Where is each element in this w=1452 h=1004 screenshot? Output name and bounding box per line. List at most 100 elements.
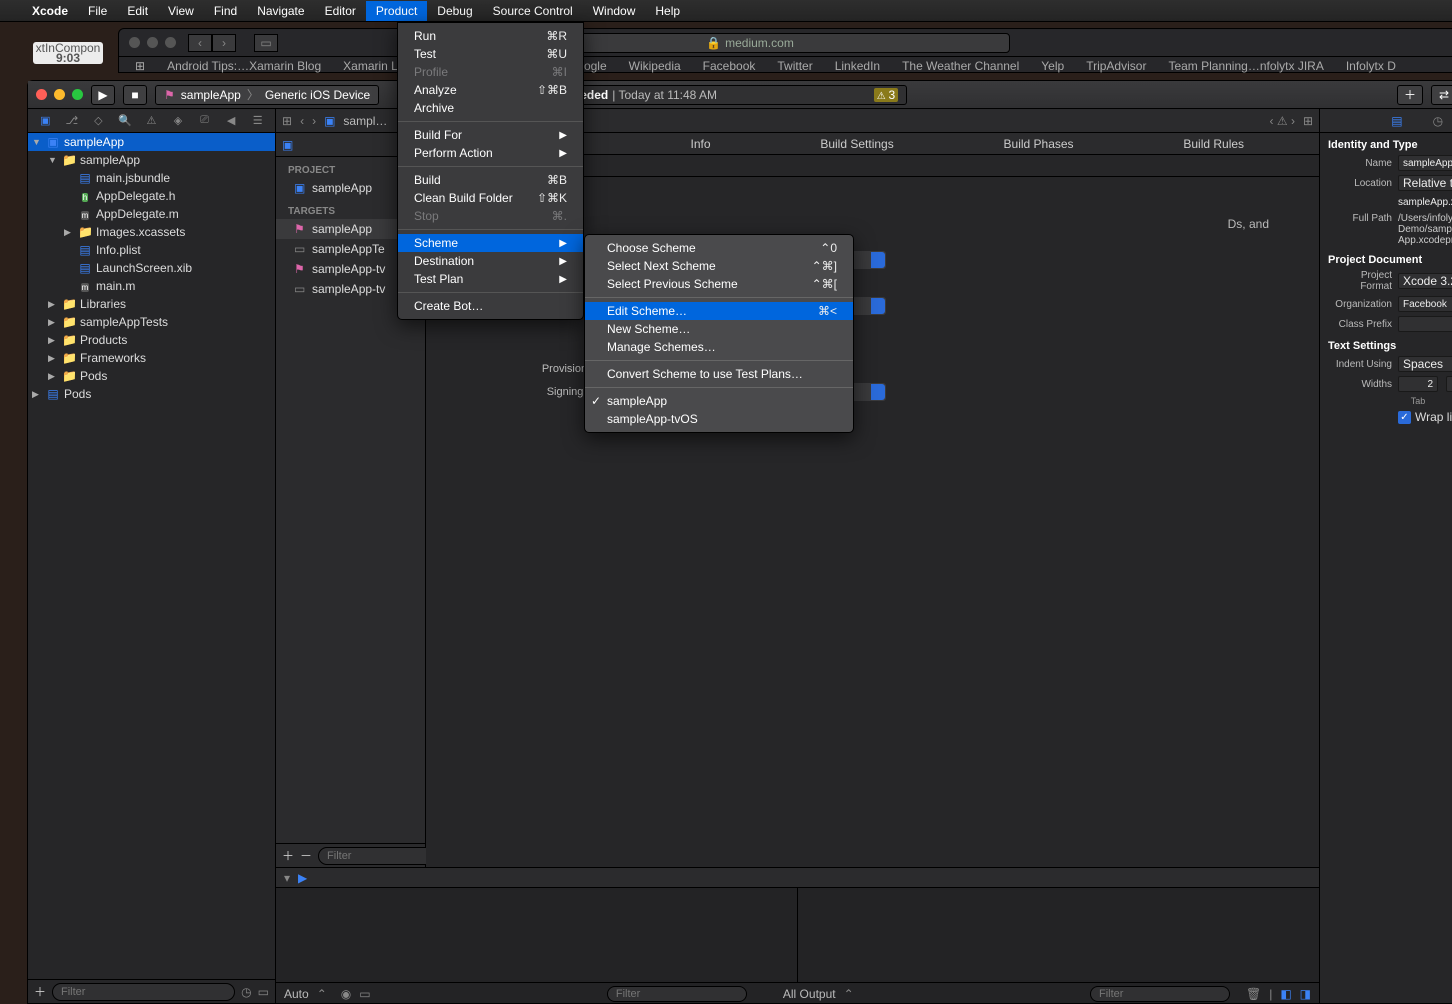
variables-filter[interactable] <box>607 986 747 1002</box>
add-target-icon[interactable]: ＋ <box>282 847 294 864</box>
bm-0[interactable]: Android Tips:…Xamarin Blog <box>167 59 321 73</box>
scheme-selector[interactable]: ⚑ sampleApp 〉 Generic iOS Device <box>155 85 379 105</box>
tree-item[interactable]: ▶📁Frameworks <box>28 349 275 367</box>
menu-navigate[interactable]: Navigate <box>247 1 314 21</box>
filter-scm-icon[interactable]: ▭ <box>258 985 269 999</box>
tab-build-settings[interactable]: Build Settings <box>810 133 903 155</box>
auto-label[interactable]: Auto <box>284 987 309 1001</box>
library-button[interactable]: ⇄ <box>1431 85 1452 105</box>
trash-icon[interactable]: 🗑 <box>1246 987 1261 1001</box>
warning-badge[interactable]: ⚠ 3 <box>874 88 898 102</box>
symbol-nav-icon[interactable]: ◇ <box>90 113 106 129</box>
menu-debug[interactable]: Debug <box>427 1 482 21</box>
tree-root[interactable]: ▼▣ sampleApp <box>28 133 275 151</box>
close-button[interactable] <box>36 89 47 100</box>
submenu-item[interactable]: Convert Scheme to use Test Plans… <box>585 365 853 383</box>
back-icon[interactable]: ‹ <box>300 114 304 128</box>
zoom-button[interactable] <box>72 89 83 100</box>
debug-toggle-icon[interactable]: ▾ <box>284 871 290 885</box>
run-button[interactable]: ▶ <box>91 85 115 105</box>
add-button[interactable]: ＋ <box>1397 85 1423 105</box>
add-file-icon[interactable]: ＋ <box>34 983 46 1000</box>
menu-item[interactable]: Run⌘R <box>398 27 583 45</box>
tree-item[interactable]: ▤Info.plist <box>28 241 275 259</box>
submenu-item[interactable]: New Scheme… <box>585 320 853 338</box>
menu-window[interactable]: Window <box>583 1 646 21</box>
bm-13[interactable]: Infolytx D <box>1346 59 1396 73</box>
bm-5[interactable]: Wikipedia <box>629 59 681 73</box>
toggle-right-pane-icon[interactable]: ◨ <box>1300 987 1311 1001</box>
debug-breakpoint-icon[interactable]: ▶ <box>298 871 307 885</box>
location-select[interactable]: Relative to Group <box>1398 175 1452 191</box>
find-nav-icon[interactable]: 🔍 <box>117 113 133 129</box>
menu-item[interactable]: Create Bot… <box>398 297 583 315</box>
name-field[interactable] <box>1398 155 1452 171</box>
tab-info[interactable]: Info <box>681 133 721 155</box>
submenu-item[interactable]: Choose Scheme⌃0 <box>585 239 853 257</box>
tree-item[interactable]: ▶📁Images.xcassets <box>28 223 275 241</box>
menu-source-control[interactable]: Source Control <box>483 1 583 21</box>
history-inspector-icon[interactable]: ◷ <box>1433 114 1443 128</box>
menu-edit[interactable]: Edit <box>117 1 158 21</box>
tree-item[interactable]: ▶📁Pods <box>28 367 275 385</box>
remove-target-icon[interactable]: － <box>300 847 312 864</box>
bm-10[interactable]: Yelp <box>1041 59 1064 73</box>
bm-6[interactable]: Facebook <box>703 59 756 73</box>
views-icon[interactable]: ▭ <box>359 987 370 1001</box>
submenu-item[interactable]: sampleApp-tvOS <box>585 410 853 428</box>
tree-item[interactable]: ▼📁sampleApp <box>28 151 275 169</box>
toggle-left-pane-icon[interactable]: ◧ <box>1280 987 1291 1001</box>
indentusing-select[interactable]: Spaces <box>1398 356 1452 372</box>
related-items-icon[interactable]: ⊞ <box>282 114 292 128</box>
safari-bm-grid[interactable]: ⊞ <box>135 59 145 73</box>
source-control-nav-icon[interactable]: ⎇ <box>64 113 80 129</box>
bm-11[interactable]: TripAdvisor <box>1086 59 1146 73</box>
menu-item[interactable]: Test⌘U <box>398 45 583 63</box>
submenu-item[interactable]: Select Next Scheme⌃⌘] <box>585 257 853 275</box>
issue-nav-icon[interactable]: ⚠ <box>143 113 159 129</box>
bm-8[interactable]: LinkedIn <box>835 59 880 73</box>
tab-build-phases[interactable]: Build Phases <box>994 133 1084 155</box>
debug-nav-icon[interactable]: ⎚ <box>197 113 213 129</box>
breakpoint-nav-icon[interactable]: ◀ <box>223 113 239 129</box>
menu-editor[interactable]: Editor <box>315 1 366 21</box>
tree-item[interactable]: mAppDelegate.m <box>28 205 275 223</box>
menu-item[interactable]: Scheme▶ <box>398 234 583 252</box>
filter-recent-icon[interactable]: ◷ <box>241 985 251 999</box>
test-nav-icon[interactable]: ◈ <box>170 113 186 129</box>
tab-width-field[interactable] <box>1398 376 1438 392</box>
console-filter[interactable] <box>1090 986 1230 1002</box>
tree-item[interactable]: hAppDelegate.h <box>28 187 275 205</box>
menu-item[interactable]: Analyze⇧⌘B <box>398 81 583 99</box>
outline-icon[interactable]: ▣ <box>282 138 293 152</box>
menu-item[interactable]: Test Plan▶ <box>398 270 583 288</box>
menu-item[interactable]: Archive <box>398 99 583 117</box>
projformat-select[interactable]: Xcode 3.2-compatible <box>1398 273 1452 289</box>
file-inspector-icon[interactable]: ▤ <box>1391 114 1402 128</box>
submenu-item[interactable]: ✓sampleApp <box>585 392 853 410</box>
bm-7[interactable]: Twitter <box>777 59 812 73</box>
submenu-item[interactable]: Manage Schemes… <box>585 338 853 356</box>
tab-build-rules[interactable]: Build Rules <box>1173 133 1254 155</box>
crumb-label[interactable]: sampl… <box>343 114 387 128</box>
menu-help[interactable]: Help <box>645 1 690 21</box>
org-field[interactable] <box>1398 296 1452 312</box>
forward-icon[interactable]: › <box>312 114 316 128</box>
bm-9[interactable]: The Weather Channel <box>902 59 1019 73</box>
allout-label[interactable]: All Output <box>783 987 836 1001</box>
menu-item[interactable]: Build For▶ <box>398 126 583 144</box>
editor-split-icon[interactable]: ⊞ <box>1303 114 1313 128</box>
menu-item[interactable]: Destination▶ <box>398 252 583 270</box>
project-nav-icon[interactable]: ▣ <box>37 113 53 129</box>
menu-item[interactable]: Clean Build Folder⇧⌘K <box>398 189 583 207</box>
tree-item[interactable]: ▶📁Libraries <box>28 295 275 313</box>
tree-item[interactable]: ▤LaunchScreen.xib <box>28 259 275 277</box>
tree-item[interactable]: ▶📁sampleAppTests <box>28 313 275 331</box>
menu-item[interactable]: Perform Action▶ <box>398 144 583 162</box>
safari-fwd[interactable]: › <box>212 34 236 52</box>
tree-item[interactable]: ▶▤Pods <box>28 385 275 403</box>
safari-back[interactable]: ‹ <box>188 34 212 52</box>
submenu-item[interactable]: Select Previous Scheme⌃⌘[ <box>585 275 853 293</box>
eye-icon[interactable]: ◉ <box>341 987 351 1001</box>
menu-find[interactable]: Find <box>204 1 247 21</box>
